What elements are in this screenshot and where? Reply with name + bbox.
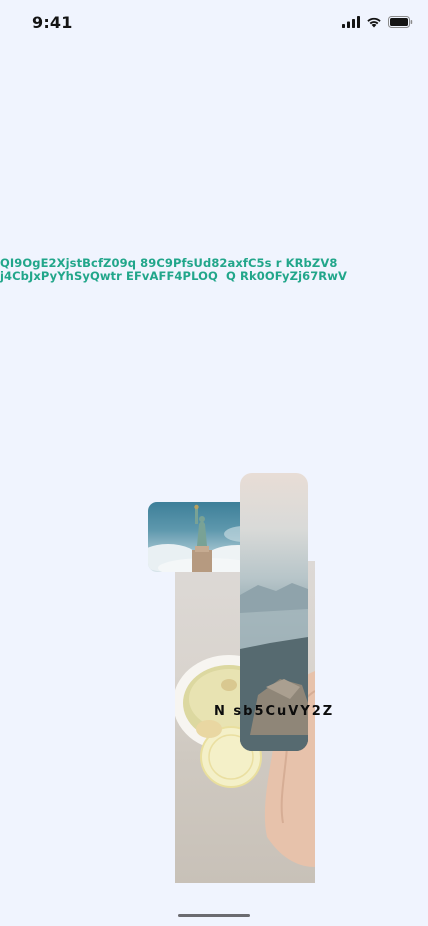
status-icons <box>342 16 413 28</box>
home-indicator[interactable] <box>178 914 250 917</box>
image-caption: N sb5CuVY2Z <box>214 704 335 719</box>
battery-icon <box>388 16 413 28</box>
code-line: j4CbJxPyYhSyQwtr EFvAFF4PLOQ Q Rk0OFyZj6… <box>0 269 347 283</box>
signal-icon <box>342 16 360 28</box>
status-time: 9:41 <box>32 13 73 32</box>
status-bar: 9:41 <box>0 0 428 44</box>
wifi-icon <box>367 17 381 28</box>
code-text-block: QI9OgE2XjstBcfZ09q 89C9PfsUd82axfC5s r K… <box>0 257 428 283</box>
